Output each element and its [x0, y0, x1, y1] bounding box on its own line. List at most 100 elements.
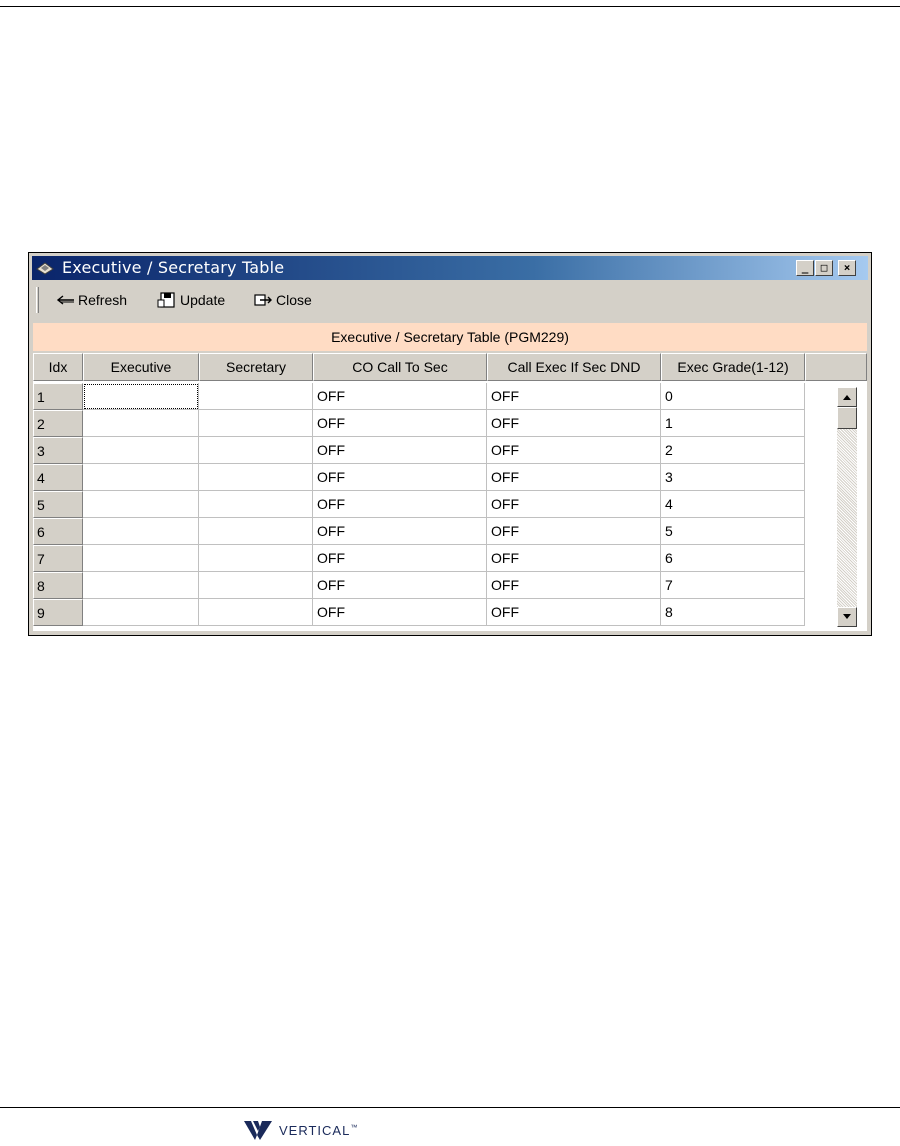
table-row: 3 OFF OFF 2	[33, 437, 805, 464]
column-header-idx[interactable]: Idx	[33, 353, 83, 381]
call-exec-cell[interactable]: OFF	[487, 383, 661, 410]
row-index[interactable]: 4	[33, 464, 83, 491]
table-row: 6 OFF OFF 5	[33, 518, 805, 545]
vertical-logo-text: VERTICAL™	[279, 1122, 359, 1138]
exec-grade-cell[interactable]: 3	[661, 464, 805, 491]
table-banner: Executive / Secretary Table (PGM229)	[33, 323, 867, 351]
minimize-button[interactable]: _	[796, 260, 814, 276]
column-header-call-exec-if-sec-dnd[interactable]: Call Exec If Sec DND	[487, 353, 661, 381]
column-header-exec-grade[interactable]: Exec Grade(1-12)	[661, 353, 805, 381]
executive-cell[interactable]	[83, 545, 199, 572]
row-index[interactable]: 8	[33, 572, 83, 599]
row-index[interactable]: 7	[33, 545, 83, 572]
window-titlebar[interactable]: Executive / Secretary Table _ □ ×	[32, 256, 868, 280]
vertical-scrollbar[interactable]	[837, 387, 857, 627]
exec-grade-cell[interactable]: 5	[661, 518, 805, 545]
executive-cell[interactable]	[83, 437, 199, 464]
co-call-cell[interactable]: OFF	[313, 599, 487, 626]
co-call-cell[interactable]: OFF	[313, 572, 487, 599]
exec-grade-cell[interactable]: 2	[661, 437, 805, 464]
executive-secretary-grid: Idx Executive Secretary CO Call To Sec C…	[33, 353, 867, 631]
call-exec-cell[interactable]: OFF	[487, 491, 661, 518]
secretary-cell[interactable]	[199, 410, 313, 437]
page-top-rule	[0, 6, 900, 7]
row-index[interactable]: 9	[33, 599, 83, 626]
exec-grade-cell[interactable]: 4	[661, 491, 805, 518]
call-exec-cell[interactable]: OFF	[487, 518, 661, 545]
co-call-cell[interactable]: OFF	[313, 437, 487, 464]
co-call-cell[interactable]: OFF	[313, 383, 487, 410]
column-header-secretary[interactable]: Secretary	[199, 353, 313, 381]
secretary-cell[interactable]	[199, 383, 313, 410]
window-title: Executive / Secretary Table	[62, 258, 285, 277]
executive-secretary-window: Executive / Secretary Table _ □ × Refres…	[28, 252, 872, 636]
call-exec-cell[interactable]: OFF	[487, 437, 661, 464]
exec-grade-cell[interactable]: 0	[661, 383, 805, 410]
update-button[interactable]: Update	[156, 292, 225, 308]
co-call-cell[interactable]: OFF	[313, 464, 487, 491]
row-index[interactable]: 6	[33, 518, 83, 545]
co-call-cell[interactable]: OFF	[313, 491, 487, 518]
column-header-co-call-to-sec[interactable]: CO Call To Sec	[313, 353, 487, 381]
close-door-icon	[254, 294, 272, 306]
close-label: Close	[276, 292, 312, 308]
secretary-cell[interactable]	[199, 545, 313, 572]
exec-grade-cell[interactable]: 7	[661, 572, 805, 599]
grid-empty-area	[805, 383, 867, 631]
table-row: 7 OFF OFF 6	[33, 545, 805, 572]
secretary-cell[interactable]	[199, 437, 313, 464]
executive-cell[interactable]	[83, 599, 199, 626]
scroll-down-icon	[843, 614, 851, 619]
secretary-cell[interactable]	[199, 572, 313, 599]
co-call-cell[interactable]: OFF	[313, 545, 487, 572]
call-exec-cell[interactable]: OFF	[487, 545, 661, 572]
close-window-button[interactable]: ×	[838, 260, 856, 276]
maximize-button[interactable]: □	[815, 260, 833, 276]
table-row: 2 OFF OFF 1	[33, 410, 805, 437]
toolbar-grip[interactable]	[36, 287, 39, 313]
app-icon	[36, 262, 54, 275]
refresh-arrow-icon	[56, 295, 74, 305]
close-button[interactable]: Close	[252, 292, 312, 308]
exec-grade-cell[interactable]: 8	[661, 599, 805, 626]
call-exec-cell[interactable]: OFF	[487, 464, 661, 491]
co-call-cell[interactable]: OFF	[313, 410, 487, 437]
page-bottom-rule	[0, 1107, 900, 1108]
table-row: 9 OFF OFF 8	[33, 599, 805, 626]
scroll-thumb[interactable]	[837, 407, 857, 429]
executive-cell[interactable]	[83, 464, 199, 491]
toolbar: Refresh Update Close	[32, 283, 868, 317]
refresh-label: Refresh	[78, 292, 128, 308]
table-row: 8 OFF OFF 7	[33, 572, 805, 599]
row-index[interactable]: 5	[33, 491, 83, 518]
vertical-logo-icon	[244, 1121, 272, 1140]
co-call-cell[interactable]: OFF	[313, 518, 487, 545]
call-exec-cell[interactable]: OFF	[487, 572, 661, 599]
secretary-cell[interactable]	[199, 599, 313, 626]
table-row: 4 OFF OFF 3	[33, 464, 805, 491]
table-row: 1 OFF OFF 0	[33, 383, 805, 410]
table-row: 5 OFF OFF 4	[33, 491, 805, 518]
secretary-cell[interactable]	[199, 518, 313, 545]
call-exec-cell[interactable]: OFF	[487, 410, 661, 437]
update-label: Update	[180, 292, 226, 308]
scroll-up-icon	[843, 395, 851, 400]
executive-cell[interactable]	[83, 518, 199, 545]
row-index[interactable]: 3	[33, 437, 83, 464]
scroll-down-button[interactable]	[837, 607, 857, 627]
secretary-cell[interactable]	[199, 464, 313, 491]
executive-cell[interactable]	[83, 383, 199, 410]
column-header-executive[interactable]: Executive	[83, 353, 199, 381]
exec-grade-cell[interactable]: 6	[661, 545, 805, 572]
column-header-filler	[805, 353, 867, 381]
executive-cell[interactable]	[83, 491, 199, 518]
refresh-button[interactable]: Refresh	[54, 292, 127, 308]
exec-grade-cell[interactable]: 1	[661, 410, 805, 437]
call-exec-cell[interactable]: OFF	[487, 599, 661, 626]
row-index[interactable]: 1	[33, 383, 83, 410]
scroll-up-button[interactable]	[837, 387, 857, 407]
secretary-cell[interactable]	[199, 491, 313, 518]
row-index[interactable]: 2	[33, 410, 83, 437]
executive-cell[interactable]	[83, 410, 199, 437]
executive-cell[interactable]	[83, 572, 199, 599]
